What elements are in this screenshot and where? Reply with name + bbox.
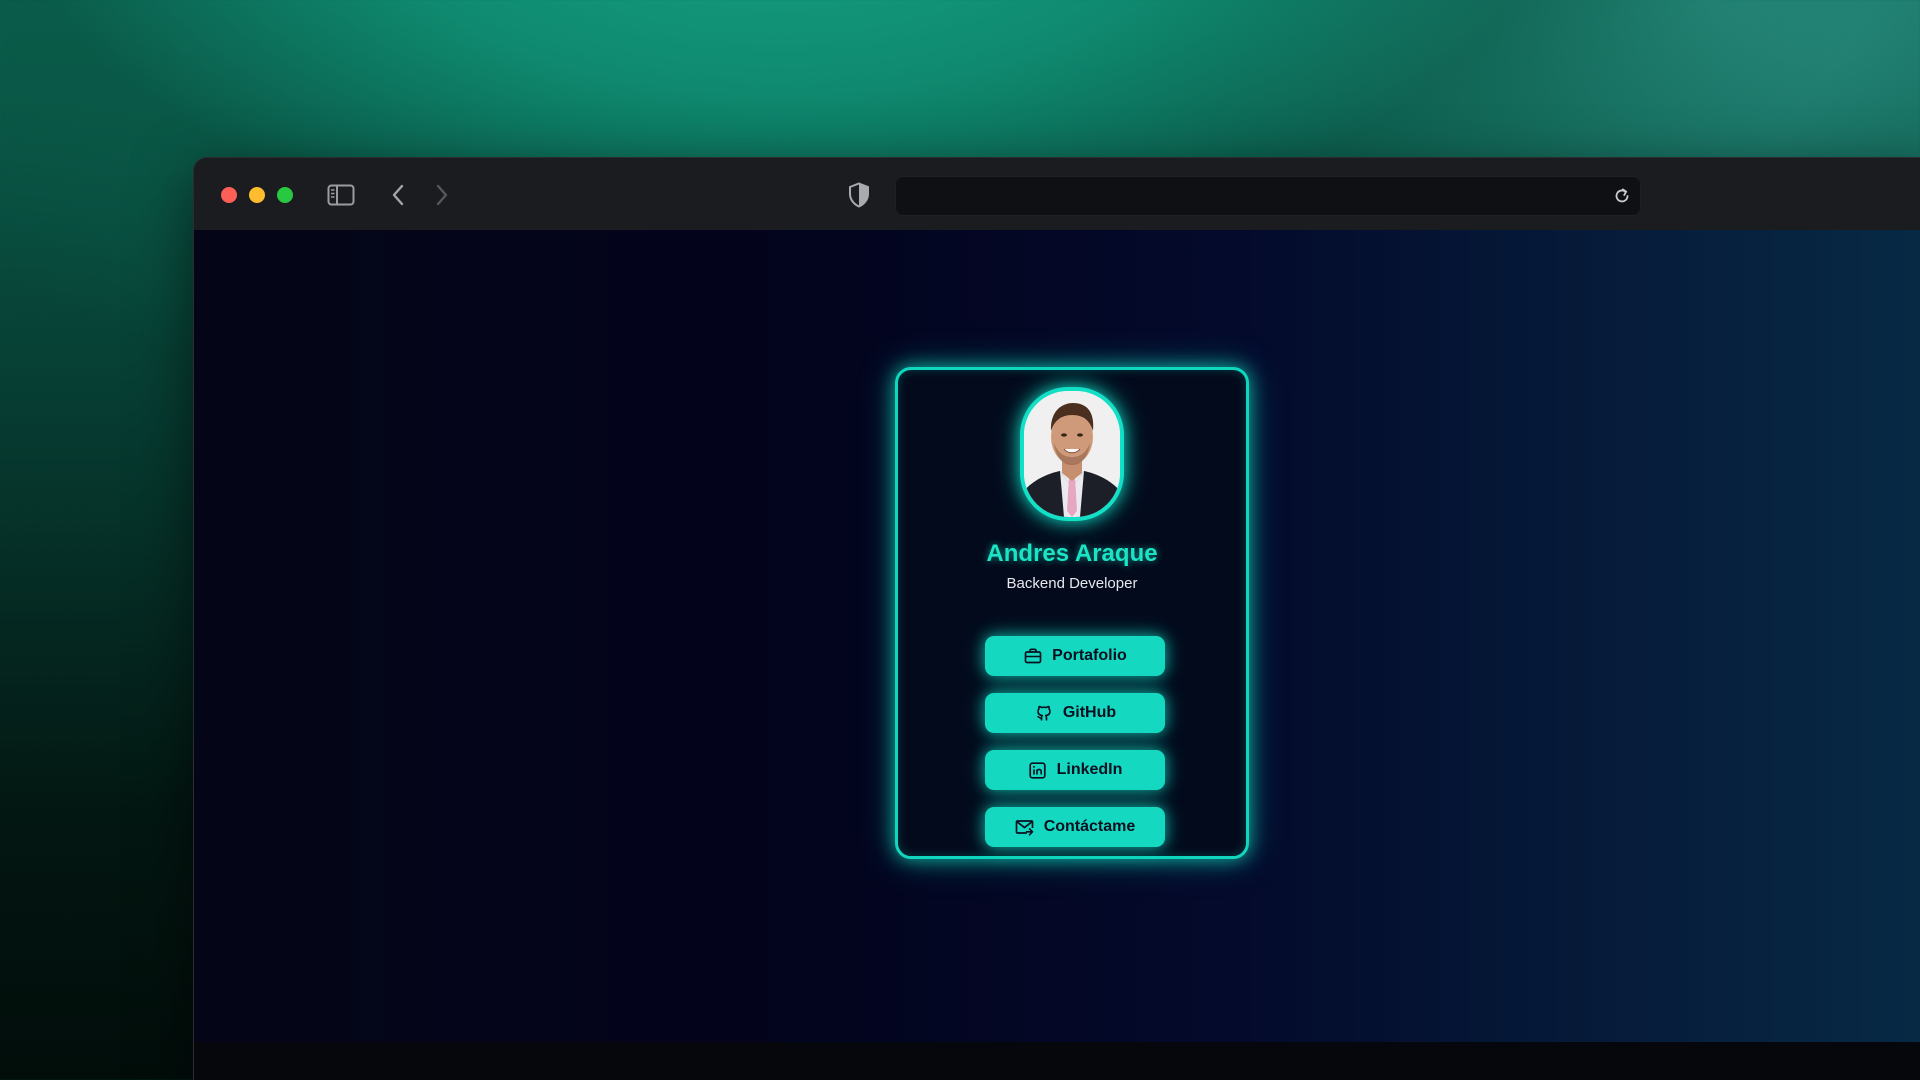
profile-photo: [1024, 391, 1120, 517]
contact-button-label: Contáctame: [1043, 818, 1136, 835]
profile-role: Backend Developer: [1006, 575, 1138, 592]
reload-icon[interactable]: [1612, 186, 1632, 206]
briefcase-icon: [1023, 646, 1043, 666]
mail-icon: [1015, 817, 1035, 837]
chevron-left-icon[interactable]: [386, 182, 410, 208]
portfolio-button-label: Portafolio: [1052, 647, 1127, 664]
profile-name: Andres Araque: [986, 540, 1158, 567]
browser-toolbar: [194, 158, 1920, 230]
linkedin-button[interactable]: LinkedIn: [985, 750, 1165, 790]
portfolio-button[interactable]: Portafolio: [985, 636, 1165, 676]
linkedin-icon: [1028, 760, 1048, 780]
github-button[interactable]: GitHub: [985, 693, 1165, 733]
maximize-window-button[interactable]: [277, 187, 293, 203]
github-icon: [1034, 703, 1054, 723]
github-button-label: GitHub: [1062, 704, 1117, 721]
sidebar-toggle-icon[interactable]: [326, 182, 356, 208]
page-bottom-area: [194, 1042, 1920, 1080]
linkedin-button-label: LinkedIn: [1056, 761, 1123, 778]
profile-avatar: [1020, 387, 1124, 521]
address-bar[interactable]: [895, 176, 1641, 217]
chevron-right-icon[interactable]: [430, 182, 454, 208]
minimize-window-button[interactable]: [249, 187, 265, 203]
profile-card: Andres Araque Backend Developer Portafol…: [895, 367, 1249, 859]
url-input[interactable]: [910, 177, 1594, 217]
shield-icon[interactable]: [846, 180, 872, 210]
close-window-button[interactable]: [221, 187, 237, 203]
contact-button[interactable]: Contáctame: [985, 807, 1165, 847]
